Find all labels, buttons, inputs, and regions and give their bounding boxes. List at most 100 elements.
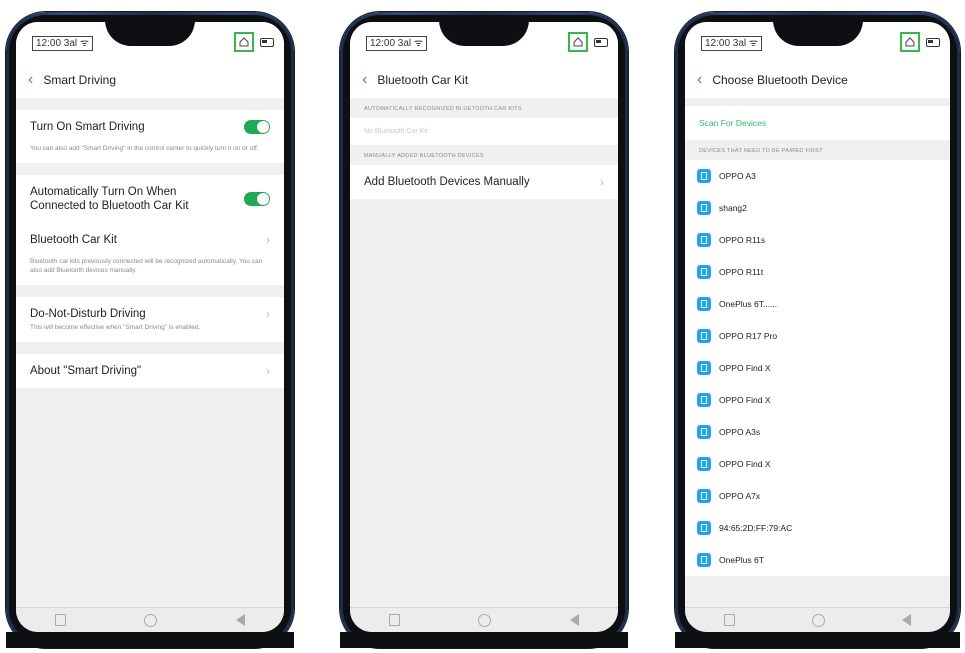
phone-device-icon [697,265,711,279]
page-title: Choose Bluetooth Device [712,73,848,87]
home-button-icon[interactable] [478,613,492,627]
auto-turn-on-toggle[interactable] [244,192,270,206]
phone-device-icon [697,233,711,247]
screen-smart-driving: 12:00 3al ᯤ ‹ Smart Driving Turn On Smar… [16,22,284,632]
auto-turn-on-label: Automatically Turn On When Connected to … [30,186,189,212]
no-car-kit-text: No Bluetooth Car Kit [350,118,618,145]
phone-device-icon [697,489,711,503]
recents-button-icon[interactable] [55,614,67,626]
device-name: OPPO Find X [719,395,771,405]
phone-choose-bluetooth-device: 12:00 3al ᯤ ‹ Choose Bluetooth Device Sc… [675,12,960,648]
recents-button-icon[interactable] [723,614,735,626]
phone-device-icon [697,393,711,407]
chevron-right-icon: › [266,233,270,247]
dnd-label: Do-Not-Disturb Driving [30,308,146,320]
phone-device-icon [697,553,711,567]
device-list-item[interactable]: OPPO A3 [685,160,950,192]
page-title: Smart Driving [43,73,117,87]
chevron-right-icon: › [266,364,270,378]
device-list-item[interactable]: OPPO Find X [685,352,950,384]
phone-device-icon [697,361,711,375]
battery-icon [260,37,274,47]
car-kit-label: Bluetooth Car Kit [30,234,117,246]
phone-device-icon [697,457,711,471]
page-title: Bluetooth Car Kit [377,73,469,87]
back-button-icon[interactable] [235,614,245,626]
device-name: OPPO Find X [719,363,771,373]
status-time: 12:00 3al ᯤ [701,36,763,51]
turn-on-description: You can also add "Smart Driving" in the … [16,144,284,163]
status-time: 12:00 3al ᯤ [366,36,428,51]
page-header: ‹ Bluetooth Car Kit [350,62,618,98]
device-list-item[interactable]: OPPO Find X [685,448,950,480]
about-label: About "Smart Driving" [30,365,142,377]
devices-caption: DEVICES THAT NEED TO BE PAIRED FIRST [699,148,823,154]
device-name: OnePlus 6T...... [719,299,778,309]
screen-choose-bluetooth-device: 12:00 3al ᯤ ‹ Choose Bluetooth Device Sc… [685,22,950,632]
navigation-bar [350,607,618,632]
phone-bluetooth-car-kit: 12:00 3al ᯤ ‹ Bluetooth Car Kit AUTOMATI… [340,12,628,648]
back-button-icon[interactable] [902,614,912,626]
scan-for-devices-button[interactable]: Scan For Devices [685,106,950,140]
chevron-right-icon: › [600,175,604,189]
notch [772,22,863,46]
page-header: ‹ Choose Bluetooth Device [685,62,950,98]
about-smart-driving-row[interactable]: About "Smart Driving" › [16,354,284,388]
phone-device-icon [697,521,711,535]
auto-recognized-caption: AUTOMATICALLY RECOGNIZED BLUETOOTH CAR K… [364,106,522,112]
device-name: OPPO A3 [719,171,756,181]
home-icon [234,32,254,52]
page-header: ‹ Smart Driving [16,62,284,98]
back-button-icon[interactable] [569,614,579,626]
home-button-icon[interactable] [811,613,825,627]
device-list-item[interactable]: OPPO R11t [685,256,950,288]
turn-on-smart-driving-row[interactable]: Turn On Smart Driving [16,110,284,144]
back-arrow-icon[interactable]: ‹ [362,72,367,88]
device-name: OPPO R11s [719,235,766,245]
device-name: shang2 [719,203,747,213]
status-bar: 12:00 3al ᯤ [16,22,284,62]
dnd-description: This will become effective when "Smart D… [16,323,284,342]
status-bar: 12:00 3al ᯤ [350,22,618,62]
device-list-item[interactable]: OPPO Find X [685,384,950,416]
device-list-item[interactable]: 94:65:2D:FF:79:AC [685,512,950,544]
battery-icon [926,37,940,47]
phone-device-icon [697,297,711,311]
device-list-item[interactable]: shang2 [685,192,950,224]
device-name: OPPO A3s [719,427,761,437]
device-list-item[interactable]: OPPO R11s [685,224,950,256]
device-name: OPPO A7x [719,491,761,501]
add-devices-manually-row[interactable]: Add Bluetooth Devices Manually › [350,165,618,199]
home-button-icon[interactable] [144,613,158,627]
device-name: OPPO R11t [719,267,764,277]
chevron-right-icon: › [266,307,270,321]
phone-device-icon [697,329,711,343]
phone-smart-driving: 12:00 3al ᯤ ‹ Smart Driving Turn On Smar… [6,12,294,648]
device-name: OnePlus 6T [719,555,764,565]
device-list-item[interactable]: OPPO A3s [685,416,950,448]
turn-on-label: Turn On Smart Driving [30,121,145,133]
device-name: 94:65:2D:FF:79:AC [719,523,793,533]
device-list-item[interactable]: OnePlus 6T...... [685,288,950,320]
battery-icon [594,37,608,47]
device-list-item[interactable]: OnePlus 6T [685,544,950,576]
home-icon [900,32,920,52]
bluetooth-car-kit-row[interactable]: Bluetooth Car Kit › [16,223,284,257]
recents-button-icon[interactable] [389,614,401,626]
back-arrow-icon[interactable]: ‹ [697,72,702,88]
status-bar: 12:00 3al ᯤ [685,22,950,62]
add-manual-label: Add Bluetooth Devices Manually [364,176,530,188]
notch [439,22,529,46]
phone-device-icon [697,201,711,215]
auto-turn-on-row[interactable]: Automatically Turn On When Connected to … [16,175,284,223]
phone-device-icon [697,425,711,439]
back-arrow-icon[interactable]: ‹ [28,72,33,88]
turn-on-toggle[interactable] [244,120,270,134]
device-list-item[interactable]: OPPO R17 Pro [685,320,950,352]
notch [105,22,195,46]
phone-device-icon [697,169,711,183]
device-list-item[interactable]: OPPO A7x [685,480,950,512]
status-time: 12:00 3al ᯤ [32,36,94,51]
dnd-driving-row[interactable]: Do-Not-Disturb Driving › [16,297,284,323]
navigation-bar [685,607,950,632]
